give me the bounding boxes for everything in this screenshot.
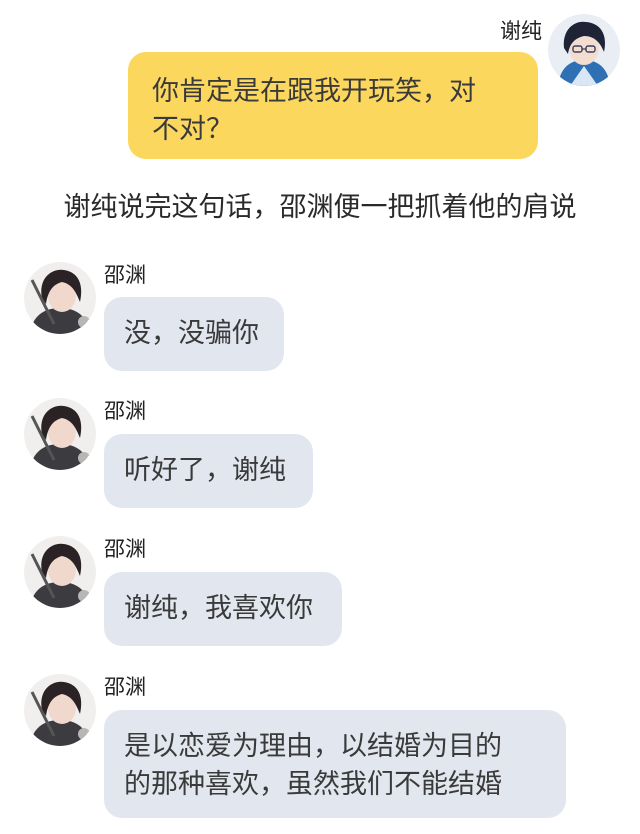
message-bubble: 听好了，谢纯 bbox=[104, 434, 313, 508]
sender-avatar-icon[interactable] bbox=[24, 674, 96, 746]
message-bubble: 谢纯，我喜欢你 bbox=[104, 572, 342, 646]
sender-avatar-icon[interactable] bbox=[24, 398, 96, 470]
narration-text: 谢纯说完这句话，邵渊便一把抓着他的肩说 bbox=[63, 192, 577, 223]
sender-name: 邵渊 bbox=[104, 263, 146, 287]
sender-name: 邵渊 bbox=[104, 537, 146, 561]
message-bubble: 是以恋爱为理由，以结婚为目的 的那种喜欢，虽然我们不能结婚 bbox=[104, 710, 566, 818]
message-bubble: 没，没骗你 bbox=[104, 297, 284, 371]
sender-name: 邵渊 bbox=[104, 675, 146, 699]
sender-avatar-icon[interactable] bbox=[24, 262, 96, 334]
self-sender-name: 谢纯 bbox=[500, 19, 542, 43]
self-avatar-icon[interactable] bbox=[548, 14, 620, 86]
sender-avatar-icon[interactable] bbox=[24, 536, 96, 608]
sender-name: 邵渊 bbox=[104, 399, 146, 423]
self-message-bubble: 你肯定是在跟我开玩笑，对 不对？ bbox=[128, 52, 538, 159]
